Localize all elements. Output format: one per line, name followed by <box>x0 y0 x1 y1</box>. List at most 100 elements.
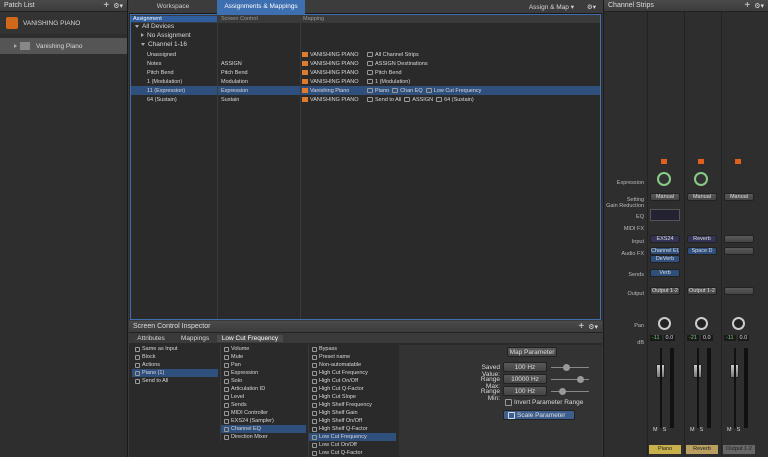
mapping-path-segment[interactable]: VANISHING PIANO <box>302 97 364 103</box>
list-item[interactable]: High Cut On/Off <box>309 377 396 385</box>
mapping-path-segment[interactable]: 1 (Modulation) <box>367 79 410 85</box>
list-item[interactable]: Volume <box>221 345 306 353</box>
assign-map-button[interactable]: Assign & Map ▾ <box>529 3 574 11</box>
table-row[interactable]: Pitch Bend Pitch Bend VANISHING PIANO Pitch… <box>131 68 600 77</box>
solo-button[interactable]: S <box>700 427 704 433</box>
channel-name[interactable]: Output 1-2 <box>723 445 755 454</box>
table-row[interactable]: Notes ASSIGN VANISHING PIANO ASSIGN Destina… <box>131 59 600 68</box>
list-item[interactable]: Expression <box>221 369 306 377</box>
table-row[interactable]: 64 (Sustain) Sustain VANISHING PIANO Send t… <box>131 95 600 104</box>
pan-knob[interactable] <box>658 317 671 330</box>
tree-all-devices[interactable]: All Devices <box>131 23 600 32</box>
setting-button[interactable]: Manual <box>687 193 717 201</box>
tree-no-assignment[interactable]: No Assignment <box>131 32 600 41</box>
tab-mappings[interactable]: Mappings <box>173 335 217 342</box>
mute-button[interactable]: M <box>690 427 695 433</box>
solo-button[interactable]: S <box>737 427 741 433</box>
list-item[interactable]: High Shelf Frequency <box>309 401 396 409</box>
list-item[interactable]: High Cut Q-Factor <box>309 385 396 393</box>
add-icon[interactable]: + <box>103 0 109 11</box>
list-item[interactable]: High Cut Slope <box>309 393 396 401</box>
col-mapping[interactable]: Mapping <box>299 16 324 22</box>
saved-value-slider[interactable] <box>551 364 589 371</box>
mapping-path-segment[interactable]: Low Cut Frequency <box>425 88 481 94</box>
tab-attributes[interactable]: Attributes <box>129 335 173 342</box>
mute-button[interactable]: M <box>727 427 732 433</box>
setting-button[interactable]: Manual <box>724 193 754 201</box>
mapping-path-segment[interactable]: VANISHING PIANO <box>302 61 364 67</box>
list-item[interactable]: High Cut Frequency <box>309 369 396 377</box>
mapping-path-segment[interactable]: ASSIGN <box>404 97 433 103</box>
list-item[interactable]: High Shelf Q-Factor <box>309 425 396 433</box>
range-max-field[interactable]: 10000 Hz <box>503 374 547 384</box>
range-min-field[interactable]: 100 Hz <box>503 386 547 396</box>
gear-icon[interactable]: ⚙▾ <box>587 3 596 11</box>
channel-name[interactable]: Reverb <box>686 445 718 454</box>
mapping-path-segment[interactable]: All Channel Strips <box>367 52 419 58</box>
list-item[interactable]: Channel EQ <box>221 425 306 433</box>
mapping-path-segment[interactable]: Send to All <box>367 97 401 103</box>
list-item[interactable]: Low Cut On/Off <box>309 441 396 449</box>
mapping-path-segment[interactable]: ASSIGN Destinations <box>367 61 428 67</box>
table-row[interactable]: Unassigned VANISHING PIANO All Channel Str… <box>131 50 600 59</box>
list-item[interactable]: Send to All <box>132 377 218 385</box>
list-item[interactable]: Actions <box>132 361 218 369</box>
pan-knob[interactable] <box>732 317 745 330</box>
list-item[interactable]: Block <box>132 353 218 361</box>
audio-fx-slot[interactable]: Space D <box>687 247 717 255</box>
list-item[interactable]: Piano (1) <box>132 369 218 377</box>
mapping-path-segment[interactable]: Vanishing Piano <box>302 88 364 94</box>
tab-workspace[interactable]: Workspace <box>129 3 217 10</box>
add-icon[interactable]: + <box>578 321 584 332</box>
list-item[interactable]: Bypass <box>309 345 396 353</box>
list-item[interactable]: MIDI Controller <box>221 409 306 417</box>
col-assignment[interactable]: Assignment <box>131 16 217 22</box>
list-item[interactable]: High Shelf On/Off <box>309 417 396 425</box>
gear-icon[interactable]: ⚙▾ <box>754 3 764 10</box>
list-item[interactable]: Level <box>221 393 306 401</box>
list-item[interactable]: Sends <box>221 401 306 409</box>
mapping-path-segment[interactable]: VANISHING PIANO <box>302 79 364 85</box>
range-min-slider[interactable] <box>551 388 589 395</box>
list-item[interactable]: Direction Mixer <box>221 433 306 441</box>
send-slot[interactable]: Verb <box>650 269 680 277</box>
output-slot[interactable] <box>724 287 754 295</box>
mute-button[interactable]: M <box>653 427 658 433</box>
patch-root[interactable]: VANISHING PIANO <box>0 12 127 34</box>
add-icon[interactable]: + <box>744 0 750 11</box>
eq-thumbnail[interactable] <box>650 209 680 221</box>
list-item[interactable]: Preset name <box>309 353 396 361</box>
scale-parameter-button[interactable]: Scale Parameter <box>503 410 575 420</box>
input-slot[interactable] <box>724 235 754 243</box>
audio-fx-slot[interactable]: Channel EQ <box>650 247 680 255</box>
audio-fx-slot[interactable]: DeVerb <box>650 255 680 263</box>
mapping-path-segment[interactable]: 64 (Sustain) <box>436 97 474 103</box>
list-item[interactable]: Same as Input <box>132 345 218 353</box>
output-slot[interactable]: Output 1-2 <box>650 287 680 295</box>
table-row[interactable]: 11 (Expression) Expression Vanishing Piano… <box>131 86 600 95</box>
col-screen-control[interactable]: Screen Control <box>217 16 299 22</box>
input-slot[interactable]: Reverb <box>687 235 717 243</box>
list-item[interactable]: Articulation ID <box>221 385 306 393</box>
tab-low-cut-frequency[interactable]: Low Cut Frequency <box>217 334 283 342</box>
list-item[interactable]: Pan <box>221 361 306 369</box>
list-item[interactable]: Mute <box>221 353 306 361</box>
table-row[interactable]: 1 (Modulation) Modulation VANISHING PIANO 1… <box>131 77 600 86</box>
list-item[interactable]: Non-automatable <box>309 361 396 369</box>
channel-name[interactable]: Piano <box>649 445 681 454</box>
patch-item[interactable]: Vanishing Piano <box>0 38 127 54</box>
expression-knob[interactable] <box>694 172 708 186</box>
output-slot[interactable]: Output 1-2 <box>687 287 717 295</box>
gear-icon[interactable]: ⚙▾ <box>588 324 598 331</box>
pan-knob[interactable] <box>695 317 708 330</box>
map-parameter-button[interactable]: Map Parameter <box>507 347 557 357</box>
expression-knob[interactable] <box>657 172 671 186</box>
gear-icon[interactable]: ⚙▾ <box>113 3 123 10</box>
list-item[interactable]: Low Cut Frequency <box>309 433 396 441</box>
list-item[interactable]: High Shelf Gain <box>309 409 396 417</box>
input-slot[interactable]: EXS24 <box>650 235 680 243</box>
solo-button[interactable]: S <box>663 427 667 433</box>
mapping-path-segment[interactable]: VANISHING PIANO <box>302 52 364 58</box>
list-item[interactable]: Solo <box>221 377 306 385</box>
setting-button[interactable]: Manual <box>650 193 680 201</box>
